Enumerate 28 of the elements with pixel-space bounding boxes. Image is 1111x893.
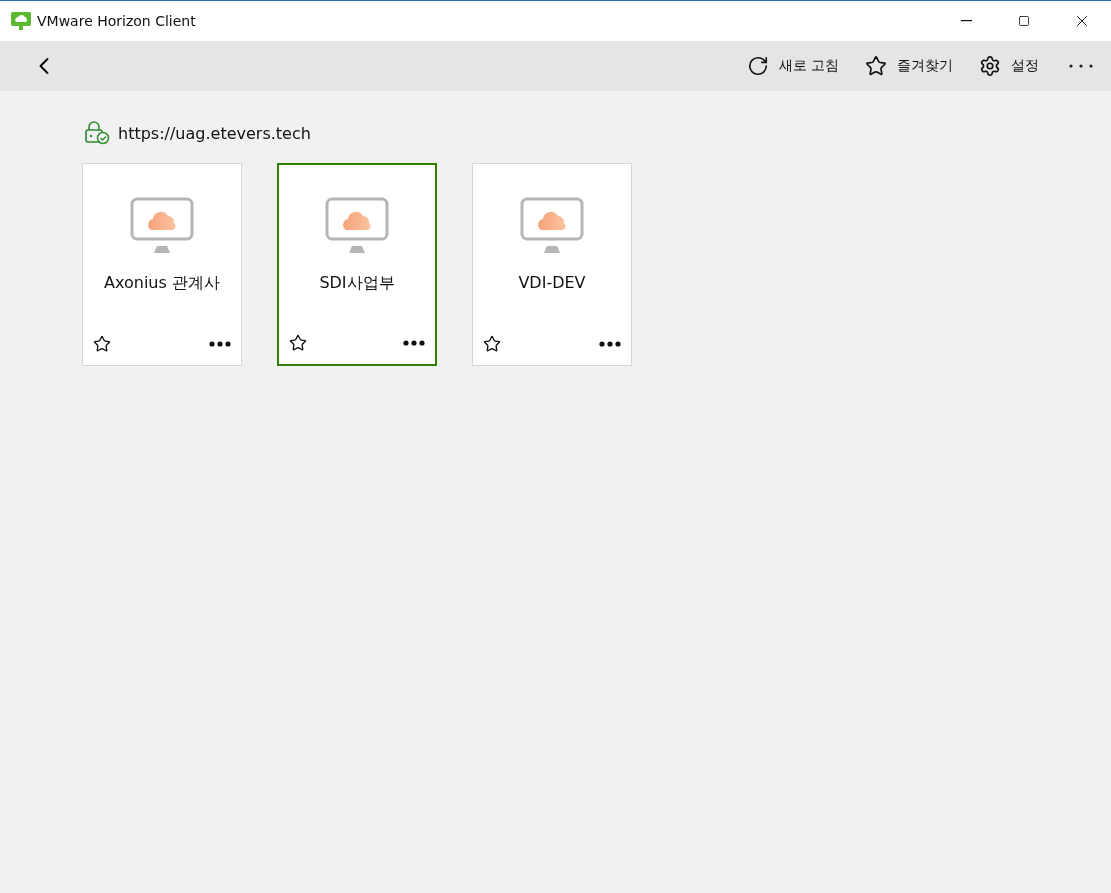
minimize-icon <box>960 20 972 22</box>
desktop-name: VDI-DEV <box>518 273 586 292</box>
favorite-star-icon[interactable] <box>93 335 111 353</box>
favorite-star-icon[interactable] <box>289 334 307 352</box>
secure-lock-icon <box>84 121 110 145</box>
desktop-tile[interactable]: Axonius 관계사 <box>82 163 242 366</box>
desktop-name: SDI사업부 <box>319 273 395 294</box>
more-options-icon[interactable] <box>599 341 621 347</box>
desktop-tile[interactable]: VDI-DEV <box>472 163 632 366</box>
window-title: VMware Horizon Client <box>37 13 197 29</box>
app-logo-icon <box>11 12 31 30</box>
refresh-icon <box>746 55 769 77</box>
star-icon <box>865 55 887 77</box>
monitor-cloud-icon <box>130 197 194 253</box>
settings-button[interactable]: 설정 <box>979 51 1039 81</box>
server-url: https://uag.etevers.tech <box>118 123 311 143</box>
more-options-icon[interactable] <box>209 341 231 347</box>
favorites-button[interactable]: 즐겨찾기 <box>865 51 953 81</box>
maximize-icon <box>1018 15 1030 27</box>
monitor-cloud-icon <box>520 197 584 253</box>
desktop-name: Axonius 관계사 <box>104 273 220 294</box>
monitor-cloud-icon <box>325 197 389 253</box>
refresh-button[interactable]: 새로 고침 <box>746 51 839 81</box>
more-options-icon[interactable] <box>403 340 425 346</box>
desktop-tile[interactable]: SDI사업부 <box>277 163 437 366</box>
more-icon <box>1069 64 1093 68</box>
settings-icon <box>979 55 1001 77</box>
favorite-star-icon[interactable] <box>483 335 501 353</box>
